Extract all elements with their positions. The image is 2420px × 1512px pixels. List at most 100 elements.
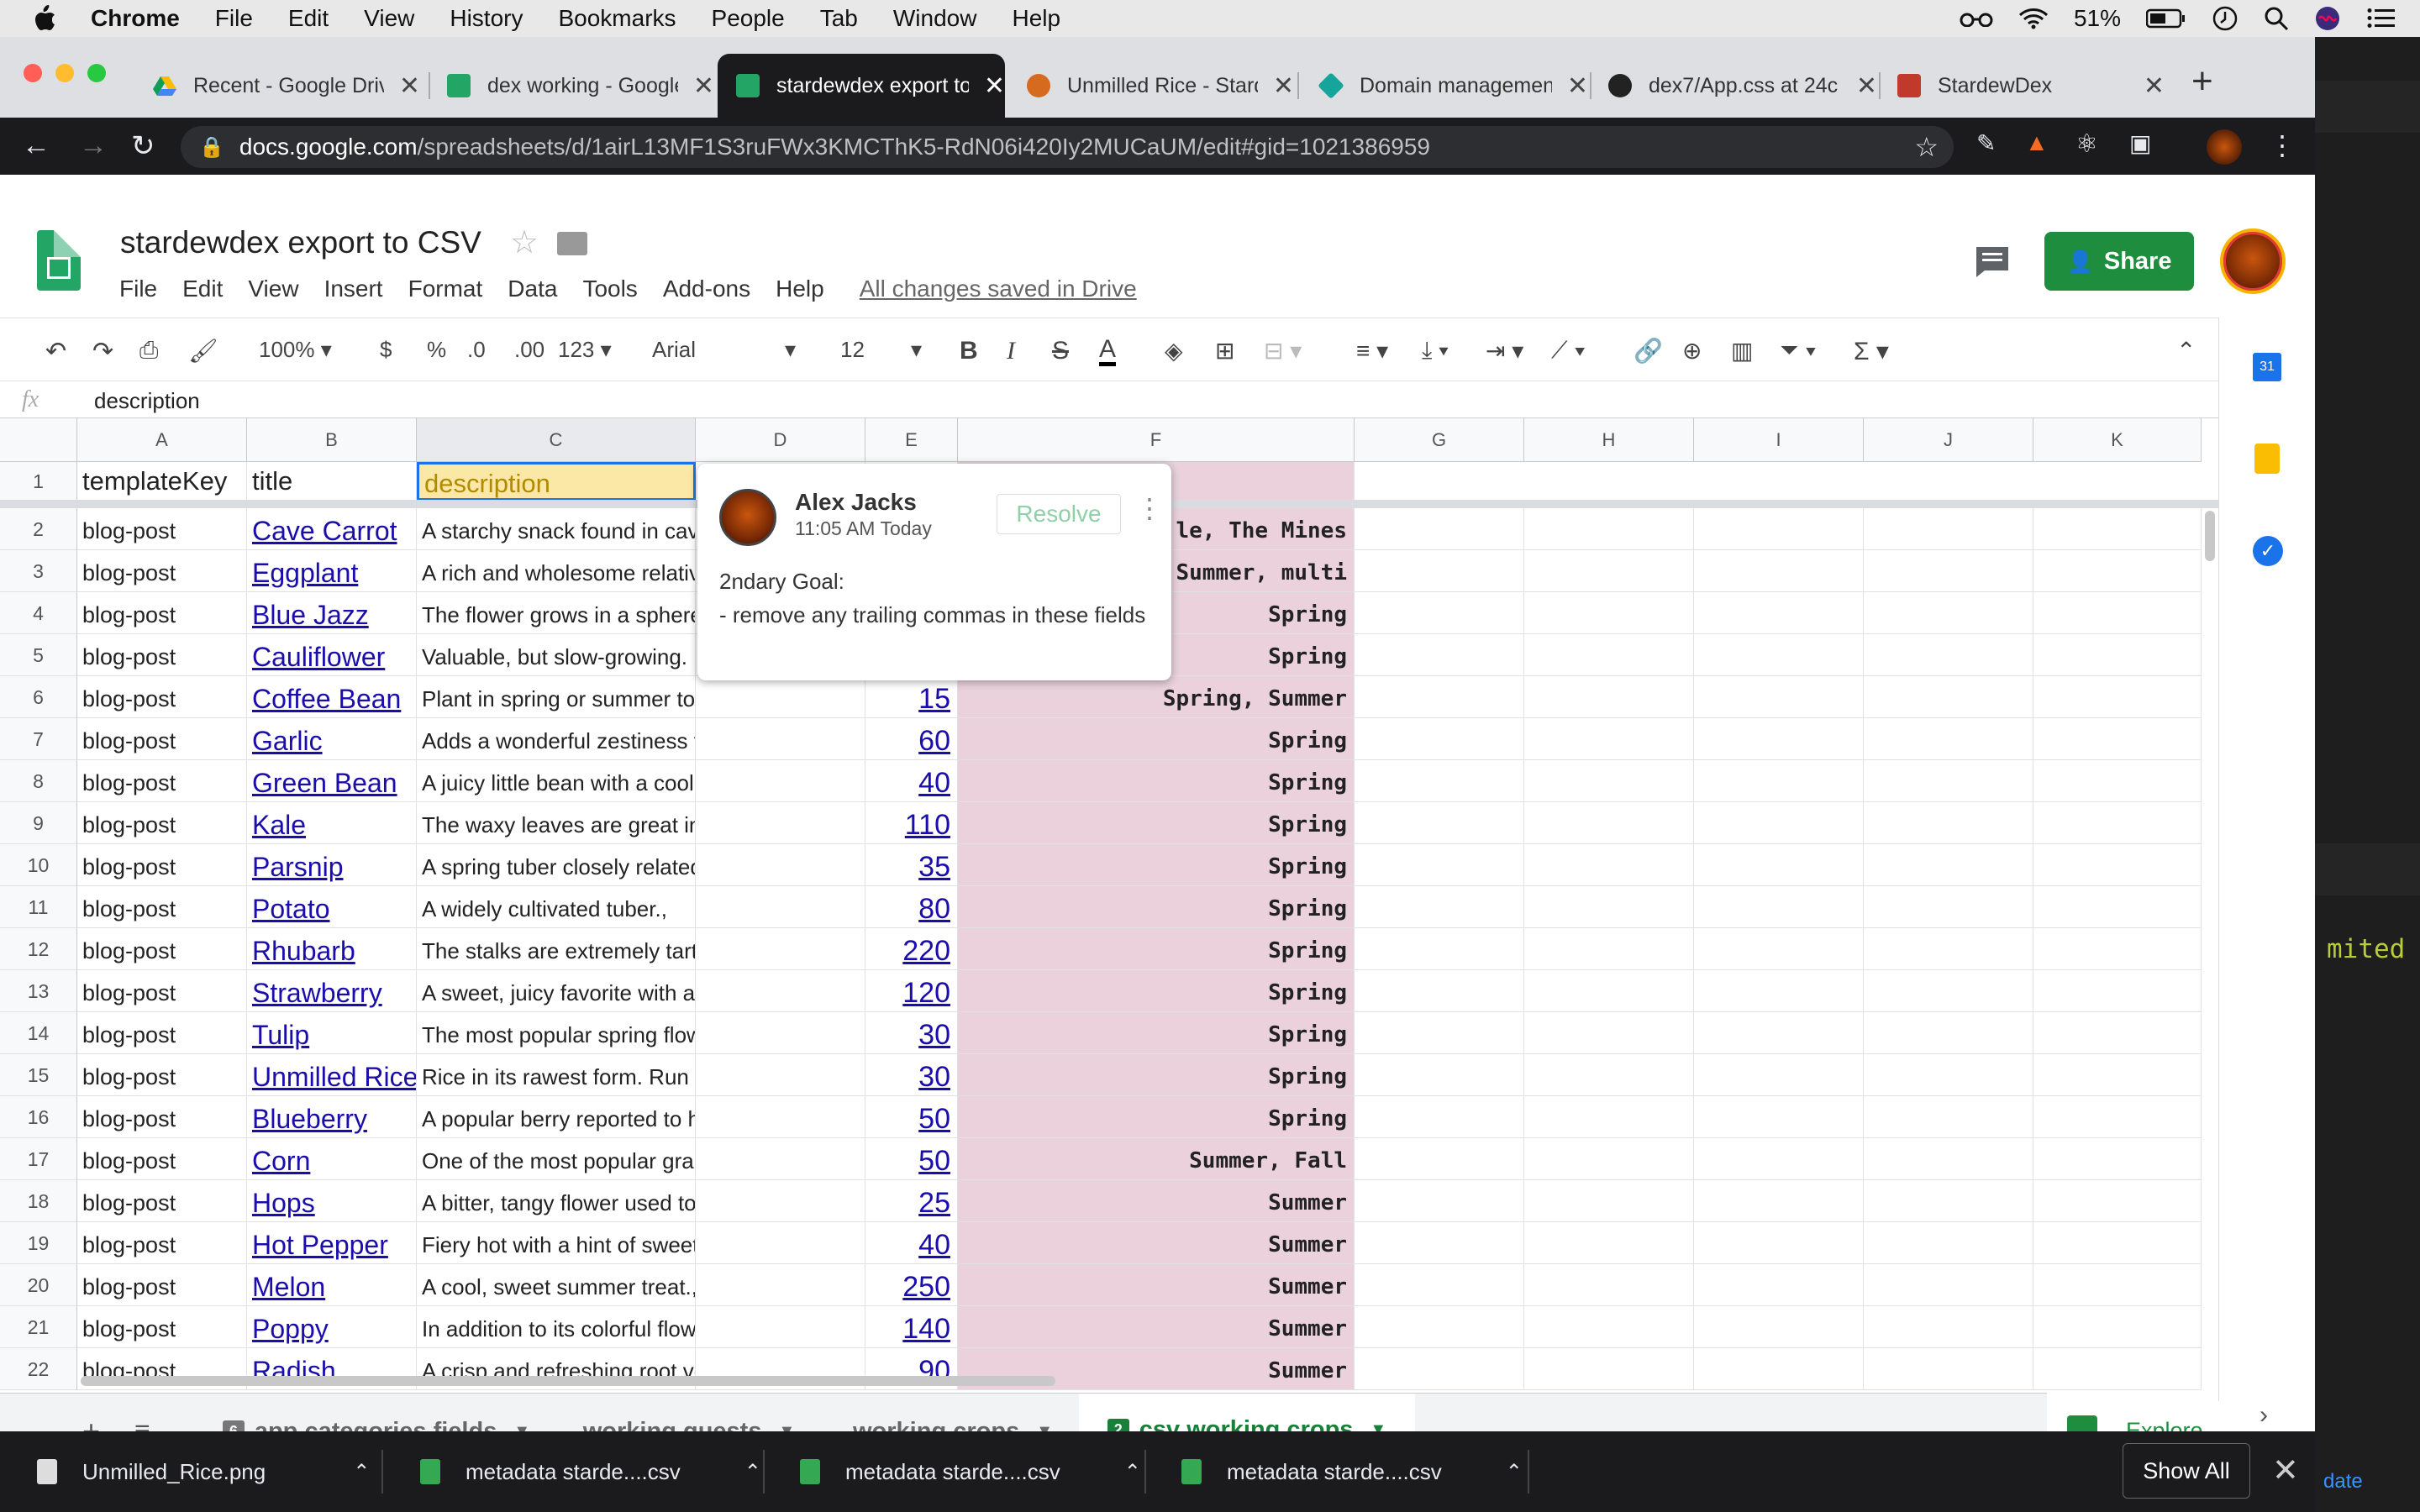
cell-f[interactable]: Spring	[958, 1054, 1355, 1096]
cell-k[interactable]	[2033, 550, 2202, 592]
more-formats-button[interactable]: 123 ▾	[558, 337, 612, 363]
cell-h[interactable]	[1524, 676, 1694, 718]
cell-b[interactable]: Coffee Bean	[247, 676, 417, 718]
chevron-up-icon[interactable]: ⌃	[1124, 1460, 1141, 1484]
cell-d[interactable]	[696, 1306, 865, 1348]
cell-j[interactable]	[1864, 1264, 2033, 1306]
cell-d[interactable]	[696, 1264, 865, 1306]
cell-g[interactable]	[1355, 928, 1524, 970]
collapse-toolbar-icon[interactable]: ⌃	[2176, 337, 2196, 365]
close-tab-icon[interactable]: ✕	[1856, 71, 1877, 101]
cell-j[interactable]	[1864, 1096, 2033, 1138]
cell-a[interactable]: blog-post	[77, 1222, 247, 1264]
row-header[interactable]: 21	[0, 1306, 77, 1348]
cell-g[interactable]	[1355, 550, 1524, 592]
cell-d[interactable]	[696, 928, 865, 970]
star-icon[interactable]: ☆	[510, 223, 539, 261]
cell-c[interactable]: The most popular spring flower. Has a ve…	[417, 1012, 696, 1054]
cell-g[interactable]	[1355, 1348, 1524, 1390]
menu-addons[interactable]: Add-ons	[663, 276, 750, 302]
cell-d[interactable]	[696, 1222, 865, 1264]
cell-e[interactable]: 50	[865, 1096, 958, 1138]
cell-g[interactable]	[1355, 676, 1524, 718]
font-size-select[interactable]: 12	[840, 337, 865, 363]
cell-d[interactable]	[696, 760, 865, 802]
row-header[interactable]: 2	[0, 508, 77, 550]
text-color-icon[interactable]: A	[1099, 337, 1117, 366]
cell-h[interactable]	[1524, 886, 1694, 928]
cell-c[interactable]: A starchy snack found in cave	[417, 508, 696, 550]
formula-input[interactable]: description	[94, 388, 200, 414]
column-header[interactable]: D	[696, 418, 865, 462]
filter-icon[interactable]: ⏷ ▾	[1780, 337, 1817, 365]
cell-f[interactable]: Summer	[958, 1222, 1355, 1264]
menu-tools[interactable]: Tools	[582, 276, 637, 302]
chevron-up-icon[interactable]: ⌃	[744, 1460, 761, 1484]
text-rotation-icon[interactable]: ⟋ ▾	[1551, 337, 1586, 365]
menu-help[interactable]: Help	[1012, 5, 1060, 32]
profile-avatar[interactable]	[2207, 129, 2242, 165]
share-button[interactable]: 👤 Share	[2044, 232, 2194, 291]
close-tab-icon[interactable]: ✕	[399, 71, 420, 101]
sheets-logo-icon[interactable]	[37, 230, 81, 291]
notification-center-icon[interactable]	[2366, 8, 2395, 29]
cell-f[interactable]: Spring	[958, 844, 1355, 886]
cell-k[interactable]	[2033, 802, 2202, 844]
cell-i[interactable]	[1694, 1054, 1864, 1096]
cell-i[interactable]	[1694, 886, 1864, 928]
cell-h[interactable]	[1524, 970, 1694, 1012]
percent-format-button[interactable]: %	[427, 337, 446, 363]
cell-i[interactable]	[1694, 718, 1864, 760]
cell-k[interactable]	[2033, 1012, 2202, 1054]
cell-b[interactable]: Blue Jazz	[247, 592, 417, 634]
cell-j[interactable]	[1864, 928, 2033, 970]
cell-g[interactable]	[1355, 760, 1524, 802]
cell-h[interactable]	[1524, 1054, 1694, 1096]
column-header[interactable]: K	[2033, 418, 2202, 462]
row-header[interactable]: 1	[0, 462, 77, 501]
cell-c[interactable]: A spring tuber closely related to the ca…	[417, 844, 696, 886]
cell-d[interactable]	[696, 970, 865, 1012]
paint-format-icon[interactable]: 🖌	[188, 337, 218, 365]
browser-tab[interactable]: dex working - Google Sheets ✕	[429, 54, 714, 118]
cell-b[interactable]: Tulip	[247, 1012, 417, 1054]
column-header[interactable]: B	[247, 418, 417, 462]
cell-f[interactable]: Spring	[958, 718, 1355, 760]
increase-decimal-button[interactable]: .00	[514, 337, 544, 363]
download-item[interactable]: metadata starde....csv ⌃	[420, 1431, 761, 1512]
cell-i[interactable]	[1694, 760, 1864, 802]
cell-b[interactable]: Corn	[247, 1138, 417, 1180]
cell-e[interactable]: 30	[865, 1054, 958, 1096]
menu-help[interactable]: Help	[776, 276, 824, 302]
selected-cell[interactable]: description	[417, 462, 696, 501]
cell-d[interactable]	[696, 718, 865, 760]
keep-icon[interactable]	[2254, 444, 2280, 474]
cell-a[interactable]: blog-post	[77, 1138, 247, 1180]
cell-c[interactable]: A bitter, tangy flower used to flavor be…	[417, 1180, 696, 1222]
cell-k[interactable]	[2033, 1054, 2202, 1096]
cell-b[interactable]: Melon	[247, 1264, 417, 1306]
functions-icon[interactable]: Σ ▾	[1854, 337, 1889, 366]
extension-rocket-icon[interactable]: ▲	[2025, 129, 2049, 156]
cell-e[interactable]: 15	[865, 676, 958, 718]
comments-icon[interactable]	[1975, 245, 2010, 287]
close-tab-icon[interactable]: ✕	[1567, 71, 1588, 101]
cell-e[interactable]: 30	[865, 1012, 958, 1054]
cell-c[interactable]: A popular berry reported to have many he…	[417, 1096, 696, 1138]
cell-a[interactable]: blog-post	[77, 508, 247, 550]
cell-c[interactable]: A cool, sweet summer treat.,	[417, 1264, 696, 1306]
vertical-scrollbar[interactable]	[2205, 511, 2215, 561]
cell-g[interactable]	[1355, 1180, 1524, 1222]
cell-h[interactable]	[1524, 592, 1694, 634]
zoom-window-button[interactable]	[87, 64, 106, 82]
header-cell[interactable]: title	[247, 462, 417, 501]
column-header[interactable]: C	[417, 418, 696, 462]
menu-insert[interactable]: Insert	[324, 276, 383, 302]
cell-a[interactable]: blog-post	[77, 1180, 247, 1222]
close-tab-icon[interactable]: ✕	[984, 71, 1005, 101]
row-header[interactable]: 13	[0, 970, 77, 1012]
cell-a[interactable]: blog-post	[77, 592, 247, 634]
cell-g[interactable]	[1355, 970, 1524, 1012]
clock-icon[interactable]	[2212, 5, 2238, 32]
chevron-up-icon[interactable]: ⌃	[353, 1460, 370, 1484]
